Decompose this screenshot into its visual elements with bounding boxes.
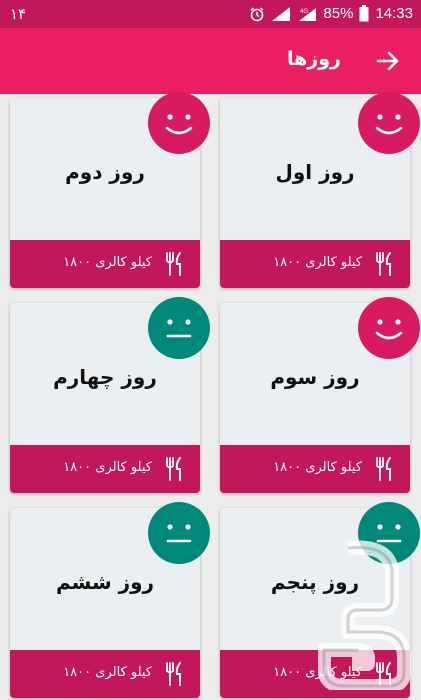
day-card-4[interactable]: روز چهارم ۱۸۰۰ کیلو کالری — [10, 297, 210, 493]
alarm-icon — [249, 6, 265, 22]
status-time: 14:33 — [375, 5, 413, 22]
calorie-text: ۱۸۰۰ کیلو کالری — [273, 255, 362, 270]
day-title: روز ششم — [55, 570, 155, 594]
calorie-text: ۱۸۰۰ کیلو کالری — [63, 665, 152, 680]
happy-face-icon — [358, 297, 420, 359]
happy-face-icon — [358, 92, 420, 154]
day-title: روز اول — [275, 160, 355, 184]
network-4g-icon: 4G — [297, 6, 317, 22]
status-bar: ۱۴ 4G 85% 14:33 — [0, 0, 421, 28]
fork-knife-icon — [374, 252, 396, 276]
day-title: روز سوم — [270, 365, 360, 389]
calorie-bar: ۱۸۰۰ کیلو کالری — [220, 445, 410, 493]
calorie-text: ۱۸۰۰ کیلو کالری — [63, 255, 152, 270]
page-title: روزها — [287, 48, 341, 70]
day-card-1[interactable]: روز اول ۱۸۰۰ کیلو کالری — [220, 92, 420, 288]
fork-knife-icon — [374, 457, 396, 481]
status-left-text: ۱۴ — [10, 6, 27, 23]
day-card-3[interactable]: روز سوم ۱۸۰۰ کیلو کالری — [220, 297, 420, 493]
calorie-text: ۱۸۰۰ کیلو کالری — [273, 460, 362, 475]
day-card-6[interactable]: روز ششم ۱۸۰۰ کیلو کالری — [10, 502, 210, 698]
signal-icon — [271, 6, 291, 22]
calorie-bar: ۱۸۰۰ کیلو کالری — [10, 650, 200, 698]
arrow-right-icon[interactable] — [375, 48, 401, 74]
fork-knife-icon — [164, 662, 186, 686]
store-watermark-logo — [317, 540, 414, 693]
happy-face-icon — [148, 92, 210, 154]
calorie-text: ۱۸۰۰ کیلو کالری — [63, 460, 152, 475]
app-bar: روزها — [0, 28, 421, 94]
battery-icon — [359, 5, 369, 22]
neutral-face-icon — [148, 297, 210, 359]
day-title: روز دوم — [65, 160, 145, 184]
svg-text:4G: 4G — [300, 9, 308, 15]
calorie-bar: ۱۸۰۰ کیلو کالری — [10, 445, 200, 493]
calorie-bar: ۱۸۰۰ کیلو کالری — [220, 240, 410, 288]
neutral-face-icon — [148, 502, 210, 564]
day-card-2[interactable]: روز دوم ۱۸۰۰ کیلو کالری — [10, 92, 210, 288]
fork-knife-icon — [164, 457, 186, 481]
fork-knife-icon — [164, 252, 186, 276]
day-title: روز چهارم — [53, 365, 157, 389]
calorie-bar: ۱۸۰۰ کیلو کالری — [10, 240, 200, 288]
status-right-group: 4G 85% 14:33 — [249, 5, 413, 22]
battery-percent: 85% — [323, 5, 354, 22]
